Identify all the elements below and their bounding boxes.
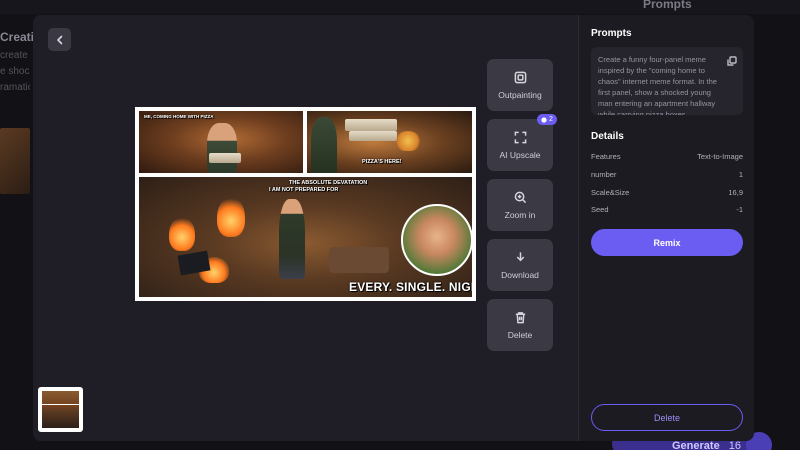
prompts-heading: Prompts [591, 28, 632, 39]
image-detail-modal: ME, COMING HOME WITH PIZZA PIZZA'S HERE!… [33, 15, 754, 441]
meme-caption: I AM NOT PREPARED FOR [269, 187, 339, 193]
outpainting-icon [514, 71, 526, 83]
meme-panel-3: THE ABSOLUTE DEVATATION I AM NOT PREPARE… [139, 177, 472, 297]
meme-character [279, 199, 305, 279]
detail-row-scale-size: Scale&Size 16,9 [591, 188, 743, 197]
download-label: Download [501, 269, 539, 280]
details-heading: Details [591, 131, 624, 142]
detail-key: Seed [591, 205, 609, 214]
detail-key: Scale&Size [591, 188, 630, 197]
delete-image-button[interactable]: Delete [487, 299, 553, 351]
outpainting-button[interactable]: Outpainting [487, 59, 553, 111]
detail-row-seed: Seed -1 [591, 205, 743, 214]
image-thumbnail[interactable] [38, 387, 83, 432]
pizza-box [349, 131, 397, 141]
detail-value: Text-to-Image [697, 152, 743, 161]
detail-value: -1 [736, 205, 743, 214]
background-left-line: create a [0, 50, 30, 61]
fire [217, 197, 245, 237]
pizza-box [209, 153, 241, 163]
meme-panel-2: PIZZA'S HERE! [307, 111, 472, 173]
background-left-line: e shock [0, 66, 30, 77]
zoom-in-label: Zoom in [504, 209, 536, 220]
generated-meme-image: ME, COMING HOME WITH PIZZA PIZZA'S HERE!… [135, 107, 476, 301]
delete-button[interactable]: Delete [591, 404, 743, 431]
detail-row-features: Features Text-to-Image [591, 152, 743, 161]
prompt-box[interactable]: Create a funny four-panel meme inspired … [591, 47, 743, 115]
pizza-slice [395, 131, 421, 151]
details-side-panel: Prompts Create a funny four-panel meme i… [578, 15, 754, 441]
outpainting-label: Outpainting [498, 89, 542, 100]
copy-icon [727, 56, 737, 66]
copy-prompt-button[interactable] [727, 53, 737, 66]
pizza-box [345, 119, 397, 131]
thumbnail-preview [42, 391, 79, 428]
meme-caption-big: EVERY. SINGLE. NIGHT [349, 280, 472, 294]
fire [169, 217, 195, 251]
meme-caption: ME, COMING HOME WITH PIZZA [144, 114, 214, 119]
couch [329, 247, 389, 273]
background-thumbnail [0, 128, 30, 194]
meme-character [207, 123, 237, 173]
trash-icon [515, 311, 525, 323]
credit-icon [541, 116, 547, 123]
back-button[interactable] [48, 28, 71, 51]
upscale-credit-badge: 2 [537, 114, 557, 125]
download-button[interactable]: Download [487, 239, 553, 291]
delete-image-label: Delete [507, 329, 533, 340]
shocked-face-inset [401, 204, 472, 276]
chevron-left-icon [56, 35, 62, 44]
ai-upscale-button[interactable]: 2 AI Upscale [487, 114, 557, 171]
background-prompts-label: Prompts [643, 0, 692, 11]
upscale-credit-count: 2 [549, 116, 553, 123]
detail-row-number: number 1 [591, 170, 743, 179]
remix-button[interactable]: Remix [591, 229, 743, 256]
meme-caption: THE ABSOLUTE DEVATATION [289, 180, 368, 186]
zoom-in-icon [514, 191, 526, 203]
meme-caption: PIZZA'S HERE! [362, 159, 402, 165]
background-left-line: ramatic [0, 82, 30, 93]
image-viewer: ME, COMING HOME WITH PIZZA PIZZA'S HERE!… [33, 15, 578, 441]
meme-panel-1: ME, COMING HOME WITH PIZZA [139, 111, 303, 173]
detail-value: 1 [738, 170, 743, 179]
upscale-icon [514, 131, 526, 143]
generate-count: 16 [728, 440, 742, 450]
generate-label: Generate [672, 440, 720, 450]
prompt-text: Create a funny four-panel meme inspired … [598, 55, 717, 115]
zoom-in-button[interactable]: Zoom in [487, 179, 553, 231]
detail-value: 16,9 [728, 188, 743, 197]
detail-key: number [591, 170, 617, 179]
detail-key: Features [591, 152, 621, 161]
ai-upscale-label: AI Upscale [499, 149, 541, 160]
meme-character [311, 117, 337, 173]
download-icon [516, 251, 524, 261]
